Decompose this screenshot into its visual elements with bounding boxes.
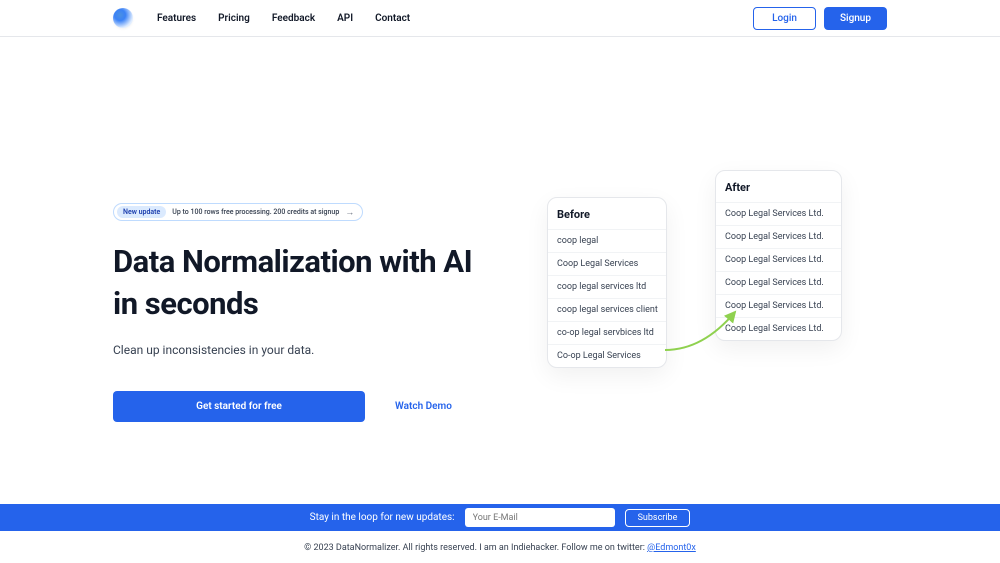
nav-contact[interactable]: Contact [375, 13, 410, 24]
footer-bar: Stay in the loop for new updates: Subscr… [0, 504, 1000, 531]
before-card: Before coop legal Coop Legal Services co… [547, 197, 667, 368]
nav-links: Features Pricing Feedback API Contact [157, 13, 410, 24]
nav-feedback[interactable]: Feedback [272, 13, 315, 24]
table-row: coop legal [548, 229, 666, 252]
table-row: Coop Legal Services Ltd. [716, 248, 841, 271]
table-row: co-op legal servbices ltd [548, 321, 666, 344]
arrow-right-icon: → [345, 207, 354, 218]
table-row: Co-op Legal Services [548, 344, 666, 367]
logo[interactable] [113, 8, 133, 28]
pill-text: Up to 100 rows free processing. 200 cred… [172, 208, 339, 216]
table-row: Coop Legal Services Ltd. [716, 225, 841, 248]
footer-label: Stay in the loop for new updates: [310, 512, 455, 523]
pill-badge: New update [117, 206, 166, 218]
cards-wrap: Before coop legal Coop Legal Services co… [547, 170, 842, 368]
table-row: coop legal services client [548, 298, 666, 321]
table-row: Coop Legal Services Ltd. [716, 271, 841, 294]
hero-headline: Data Normalization with AI in seconds [113, 241, 493, 325]
update-pill[interactable]: New update Up to 100 rows free processin… [113, 203, 363, 221]
after-card: After Coop Legal Services Ltd. Coop Lega… [715, 170, 842, 341]
table-row: Coop Legal Services Ltd. [716, 202, 841, 225]
table-row: Coop Legal Services [548, 252, 666, 275]
watch-demo-button[interactable]: Watch Demo [395, 401, 452, 412]
footer-copy-text: © 2023 DataNormalizer. All rights reserv… [304, 543, 647, 553]
before-title: Before [548, 198, 666, 229]
nav-features[interactable]: Features [157, 13, 196, 24]
get-started-button[interactable]: Get started for free [113, 391, 365, 422]
email-input[interactable] [465, 508, 615, 527]
after-title: After [716, 171, 841, 202]
header-right: Login Signup [753, 7, 887, 30]
table-row: coop legal services ltd [548, 275, 666, 298]
table-row: Coop Legal Services Ltd. [716, 317, 841, 340]
header-left: Features Pricing Feedback API Contact [113, 8, 410, 28]
hero: New update Up to 100 rows free processin… [0, 37, 1000, 422]
hero-subhead: Clean up inconsistencies in your data. [113, 343, 493, 357]
header: Features Pricing Feedback API Contact Lo… [0, 0, 1000, 37]
twitter-link[interactable]: @Edmont0x [647, 543, 696, 553]
table-row: Coop Legal Services Ltd. [716, 294, 841, 317]
signup-button[interactable]: Signup [824, 7, 887, 30]
subscribe-button[interactable]: Subscribe [625, 509, 691, 527]
cta-row: Get started for free Watch Demo [113, 391, 493, 422]
nav-api[interactable]: API [337, 13, 353, 24]
nav-pricing[interactable]: Pricing [218, 13, 250, 24]
login-button[interactable]: Login [753, 7, 816, 30]
hero-left: New update Up to 100 rows free processin… [113, 199, 493, 422]
footer-copy: © 2023 DataNormalizer. All rights reserv… [0, 543, 1000, 553]
